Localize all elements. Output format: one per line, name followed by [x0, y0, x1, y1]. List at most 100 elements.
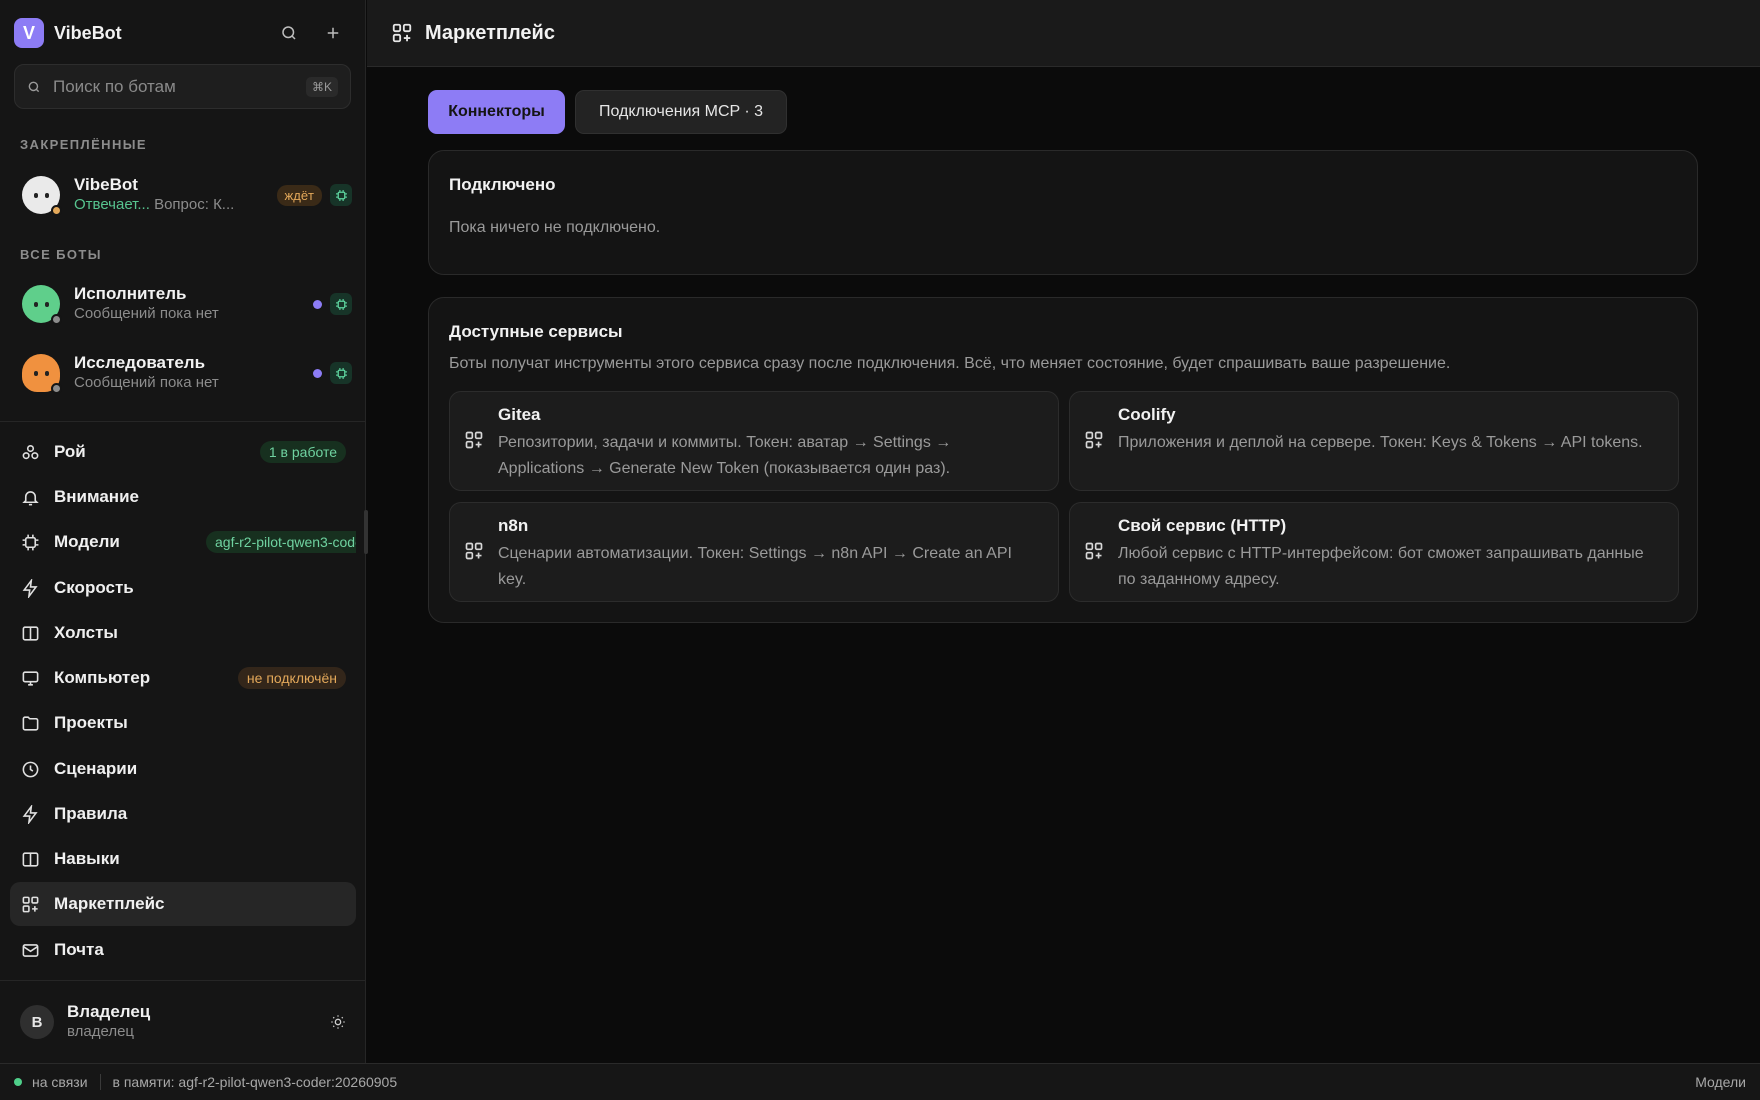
- nav-label: Модели: [54, 532, 120, 551]
- nav-label: Скорость: [54, 578, 134, 597]
- canvas-icon: [20, 623, 40, 643]
- nav-label: Навыки: [54, 849, 120, 868]
- connector-icon: [465, 542, 483, 560]
- bot-row-executor[interactable]: Исполнитель Сообщений пока нет: [10, 273, 356, 335]
- service-name: Свой сервис (HTTP): [1118, 516, 1287, 535]
- bot-avatar: [22, 285, 62, 325]
- statusbar-models-link[interactable]: Модели: [1695, 1074, 1746, 1090]
- connector-icon: [1085, 542, 1103, 560]
- connected-title: Подключено: [449, 175, 556, 194]
- computer-status-badge: не подключён: [237, 667, 346, 689]
- sidebar: V VibeBot Поиск по ботам ⌘K ЗАКРЕПЛЁННЫЕ…: [0, 0, 366, 1063]
- service-description: Сценарии автоматизации. Токен: Settings …: [498, 545, 1012, 588]
- service-card-custom-http[interactable]: Свой сервис (HTTP) Любой сервис с HTTP-и…: [1069, 502, 1679, 602]
- service-name: Gitea: [498, 405, 541, 424]
- monitor-icon: [20, 668, 40, 688]
- plus-icon: [327, 27, 339, 39]
- search-shortcut: ⌘K: [305, 76, 338, 97]
- memory-status: в памяти: agf-r2-pilot-qwen3-coder:20260…: [112, 1074, 398, 1090]
- nav-item-canvases[interactable]: Холсты: [10, 611, 356, 655]
- unread-dot: [313, 299, 322, 309]
- service-description: Приложения и деплой на сервере. Токен: K…: [1118, 434, 1643, 451]
- unread-dot: [313, 368, 322, 378]
- new-bot-button[interactable]: [318, 18, 348, 48]
- app-name: VibeBot: [54, 22, 122, 43]
- app-logo: V: [14, 18, 44, 48]
- bot-name: Исполнитель: [74, 284, 187, 303]
- offline-status-dot: [51, 314, 62, 325]
- tab-connectors[interactable]: Коннекторы: [428, 90, 565, 134]
- nav-item-skills[interactable]: Навыки: [10, 837, 356, 881]
- service-name: n8n: [498, 516, 529, 535]
- nav-label: Рой: [54, 442, 86, 461]
- marketplace-icon: [20, 894, 40, 914]
- pinned-bot-vibebot[interactable]: VibeBot Отвечает... Вопрос: К... ждёт: [10, 164, 356, 226]
- nav-item-marketplace[interactable]: Маркетплейс: [10, 882, 356, 926]
- chip-icon: [20, 532, 40, 552]
- bot-search-input[interactable]: Поиск по ботам ⌘K: [14, 64, 351, 109]
- online-status-dot: [14, 1078, 22, 1086]
- marketplace-icon: [392, 23, 412, 43]
- nav-item-speed[interactable]: Скорость: [10, 566, 356, 610]
- sun-icon: [331, 1015, 345, 1029]
- connection-status: на связи: [32, 1074, 88, 1090]
- user-name: Владелец: [67, 1002, 151, 1021]
- nav-item-mail[interactable]: Почта: [10, 928, 356, 972]
- nav-item-models[interactable]: Модели agf-r2-pilot-qwen3-coder: [10, 520, 356, 564]
- nav-label: Сценарии: [54, 759, 138, 778]
- status-separator: [99, 1074, 101, 1090]
- nav-item-projects[interactable]: Проекты: [10, 701, 356, 745]
- bot-avatar: [22, 176, 62, 216]
- pinned-section-label: ЗАКРЕПЛЁННЫЕ: [20, 137, 147, 152]
- connector-icon: [1085, 431, 1103, 449]
- nav-item-scenarios[interactable]: Сценарии: [10, 747, 356, 791]
- bot-subtitle: Сообщений пока нет: [74, 305, 219, 322]
- nav-item-rules[interactable]: Правила: [10, 792, 356, 836]
- bot-name: Исследователь: [74, 353, 206, 372]
- bot-row-researcher[interactable]: Исследователь Сообщений пока нет: [10, 342, 356, 404]
- nav-label: Маркетплейс: [54, 894, 165, 913]
- swarm-icon: [20, 442, 40, 462]
- search-button[interactable]: [274, 18, 304, 48]
- connector-icon: [465, 431, 483, 449]
- bot-status: Отвечает... Вопрос: К...: [74, 196, 235, 213]
- waiting-status-dot: [51, 205, 62, 216]
- page-header: Маркетплейс: [367, 0, 1760, 67]
- swarm-status-badge: 1 в работе: [259, 441, 346, 463]
- offline-status-dot: [51, 383, 62, 394]
- user-role: владелец: [67, 1023, 135, 1040]
- bell-icon: [20, 487, 40, 507]
- service-card-gitea[interactable]: Gitea Репозитории, задачи и коммиты. Ток…: [449, 391, 1059, 491]
- folder-icon: [20, 713, 40, 733]
- connected-empty-text: Пока ничего не подключено.: [449, 219, 661, 236]
- search-placeholder: Поиск по ботам: [53, 76, 176, 96]
- service-name: Coolify: [1118, 405, 1176, 424]
- available-title: Доступные сервисы: [449, 322, 623, 341]
- nav-item-swarm[interactable]: Рой 1 в работе: [10, 430, 356, 474]
- service-card-n8n[interactable]: n8n Сценарии автоматизации. Токен: Setti…: [449, 502, 1059, 602]
- nav-label: Внимание: [54, 487, 139, 506]
- theme-toggle-button[interactable]: [326, 1010, 350, 1034]
- book-icon: [20, 849, 40, 869]
- bot-avatar: [22, 354, 62, 394]
- nav-label: Холсты: [54, 623, 118, 642]
- service-description: Репозитории, задачи и коммиты. Токен: ав…: [498, 434, 952, 477]
- current-model-badge: agf-r2-pilot-qwen3-coder: [206, 531, 356, 553]
- bolt-icon: [20, 804, 40, 824]
- nav-label: Почта: [54, 940, 104, 959]
- mail-icon: [20, 940, 40, 960]
- nav-item-attention[interactable]: Внимание: [10, 475, 356, 519]
- nav-label: Компьютер: [54, 668, 151, 687]
- bot-subtitle: Сообщений пока нет: [74, 374, 219, 391]
- sidebar-resize-handle[interactable]: [364, 510, 368, 554]
- nav-label: Правила: [54, 804, 128, 823]
- sidebar-divider: [0, 980, 366, 981]
- model-chip-icon: [330, 293, 352, 315]
- waiting-badge: ждёт: [276, 184, 322, 206]
- tab-mcp-connections[interactable]: Подключения MCP · 3: [575, 90, 787, 134]
- brand[interactable]: V VibeBot: [14, 18, 122, 48]
- service-card-coolify[interactable]: Coolify Приложения и деплой на сервере. …: [1069, 391, 1679, 491]
- sidebar-divider: [0, 421, 366, 422]
- nav-item-computer[interactable]: Компьютер не подключён: [10, 656, 356, 700]
- user-profile[interactable]: В Владелец владелец: [20, 1002, 350, 1042]
